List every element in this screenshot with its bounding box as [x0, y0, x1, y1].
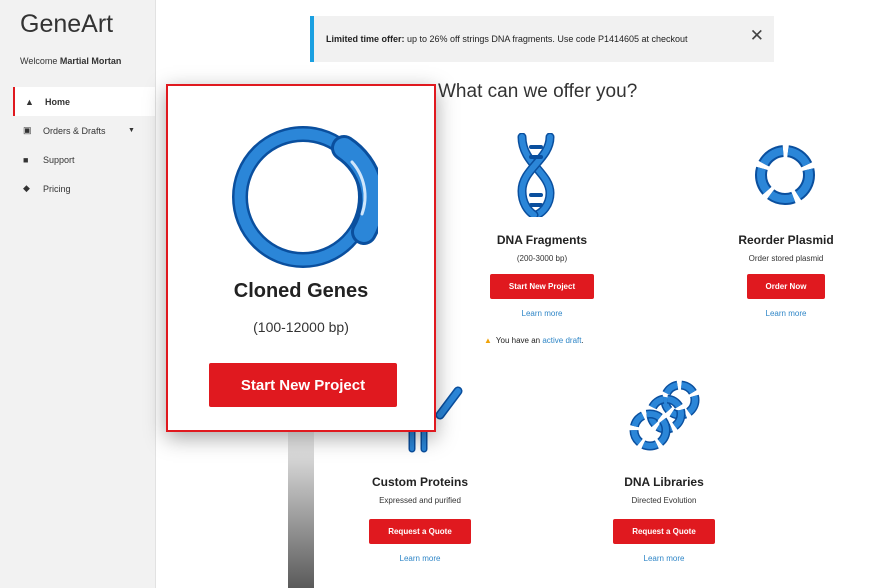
brand-logo[interactable]: GeneArt — [20, 10, 113, 39]
product-card-dna-fragments: DNA Fragments (200-3000 bp) Start New Pr… — [480, 233, 604, 318]
learn-more-link[interactable]: Learn more — [722, 309, 850, 318]
scroll-thumb[interactable] — [288, 430, 314, 588]
close-icon[interactable]: ✕ — [750, 26, 764, 46]
plasmid-ring-icon — [232, 126, 378, 268]
banner-text: Limited time offer: up to 26% off string… — [326, 34, 688, 44]
learn-more-link[interactable]: Learn more — [600, 554, 728, 563]
product-title: Cloned Genes — [233, 280, 369, 302]
sidebar-item-label: Pricing — [43, 183, 71, 194]
active-draft-link[interactable]: active draft — [542, 336, 581, 345]
start-new-project-button[interactable]: Start New Project — [490, 274, 594, 299]
dna-helix-icon — [517, 133, 555, 217]
cart-icon: ▣ — [23, 125, 32, 135]
banner-body: up to 26% off strings DNA fragments. Use… — [404, 34, 688, 44]
tag-icon: ◆ — [23, 183, 30, 193]
banner-bold: Limited time offer: — [326, 34, 405, 44]
sidebar-item-label: Support — [43, 154, 75, 165]
draft-prefix: You have an — [495, 336, 543, 345]
request-quote-button[interactable]: Request a Quote — [613, 519, 715, 544]
product-subtitle: Expressed and purified — [379, 496, 461, 505]
product-title: Custom Proteins — [371, 475, 468, 489]
chat-icon: ■ — [23, 154, 29, 165]
product-subtitle: Order stored plasmid — [748, 254, 824, 263]
sidebar-item-support[interactable]: ■ Support — [13, 145, 155, 174]
product-title: Reorder Plasmid — [738, 233, 834, 247]
sidebar-nav: ▲ Home ▣ Orders & Drafts ▼ ■ Support ◆ P… — [13, 87, 155, 203]
sidebar-item-home[interactable]: ▲ Home — [13, 87, 155, 116]
welcome-prefix: Welcome — [20, 56, 60, 66]
learn-more-link[interactable]: Learn more — [480, 309, 604, 318]
sidebar: GeneArt Welcome Martial Mortan ▲ Home ▣ … — [0, 0, 156, 588]
chevron-down-icon: ▼ — [128, 127, 135, 134]
sidebar-item-orders-drafts[interactable]: ▣ Orders & Drafts ▼ — [13, 116, 155, 145]
plasmid-icon — [755, 145, 815, 205]
request-quote-button[interactable]: Request a Quote — [369, 519, 471, 544]
learn-more-link[interactable]: Learn more — [356, 554, 484, 563]
page-title: What can we offer you? — [438, 81, 638, 102]
warning-icon: ▲ — [484, 336, 492, 345]
product-subtitle: (200-3000 bp) — [516, 254, 568, 263]
product-card-custom-proteins: Custom Proteins Expressed and purified R… — [356, 475, 484, 563]
draft-suffix: . — [581, 336, 584, 345]
sidebar-item-label: Orders & Drafts — [43, 125, 106, 136]
user-name: Martial Mortan — [59, 56, 122, 66]
order-now-button[interactable]: Order Now — [747, 274, 825, 299]
product-title: DNA Libraries — [624, 475, 704, 489]
sidebar-item-label: Home — [45, 96, 71, 107]
dna-library-icon — [629, 380, 700, 451]
start-new-project-button[interactable]: Start New Project — [209, 363, 397, 407]
product-card-dna-libraries: DNA Libraries Directed Evolution Request… — [600, 475, 728, 563]
product-subtitle: Directed Evolution — [631, 496, 697, 505]
draft-notice: ▲ You have an active draft. — [484, 336, 584, 345]
welcome-text: Welcome Martial Mortan — [20, 56, 121, 66]
product-card-cloned-genes[interactable]: Cloned Genes (100-12000 bp) Start New Pr… — [166, 84, 436, 432]
promo-banner: Limited time offer: up to 26% off string… — [310, 16, 774, 62]
sidebar-item-pricing[interactable]: ◆ Pricing — [13, 174, 155, 203]
home-icon: ▲ — [25, 96, 34, 107]
product-subtitle: (100-12000 bp) — [253, 319, 349, 335]
product-title: DNA Fragments — [496, 233, 588, 247]
product-card-reorder-plasmid: Reorder Plasmid Order stored plasmid Ord… — [722, 233, 850, 318]
